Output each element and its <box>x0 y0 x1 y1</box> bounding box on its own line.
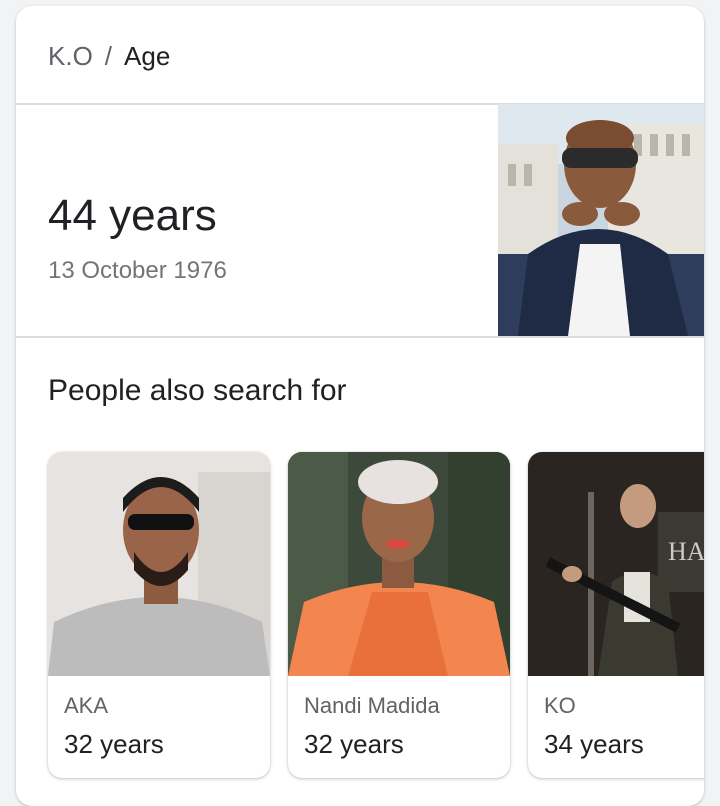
answer-value: 44 years <box>48 191 217 240</box>
person-name: Nandi Madida <box>304 693 440 718</box>
person-name: AKA <box>64 693 109 718</box>
person-photo-image: HA <box>528 452 704 676</box>
breadcrumb-attribute: Age <box>124 41 171 71</box>
related-card-ko[interactable]: HA KO 34 years <box>528 452 704 778</box>
entity-photo-image <box>498 104 704 336</box>
breadcrumb-separator: / <box>104 41 113 71</box>
divider <box>16 336 704 338</box>
related-card-nandi-madida[interactable]: Nandi Madida 32 years <box>288 452 510 778</box>
person-photo <box>48 452 270 676</box>
person-photo-image <box>288 452 510 676</box>
person-name: KO <box>544 693 576 718</box>
entity-photo[interactable] <box>498 104 704 336</box>
section-title: People also search for <box>48 374 347 407</box>
answer-card: K.O / Age 44 years 13 October 1976 Peopl… <box>16 6 704 806</box>
svg-text:HA: HA <box>668 537 704 566</box>
breadcrumb: K.O / Age <box>48 40 170 72</box>
person-age: 32 years <box>64 729 164 759</box>
answer-date: 13 October 1976 <box>48 257 227 284</box>
breadcrumb-entity[interactable]: K.O <box>48 40 93 72</box>
person-photo <box>288 452 510 676</box>
related-card-aka[interactable]: AKA 32 years <box>48 452 270 778</box>
person-age: 32 years <box>304 729 404 759</box>
person-photo-image <box>48 452 270 676</box>
person-age: 34 years <box>544 729 644 759</box>
person-photo: HA <box>528 452 704 676</box>
answer-block: 44 years 13 October 1976 <box>16 104 704 336</box>
